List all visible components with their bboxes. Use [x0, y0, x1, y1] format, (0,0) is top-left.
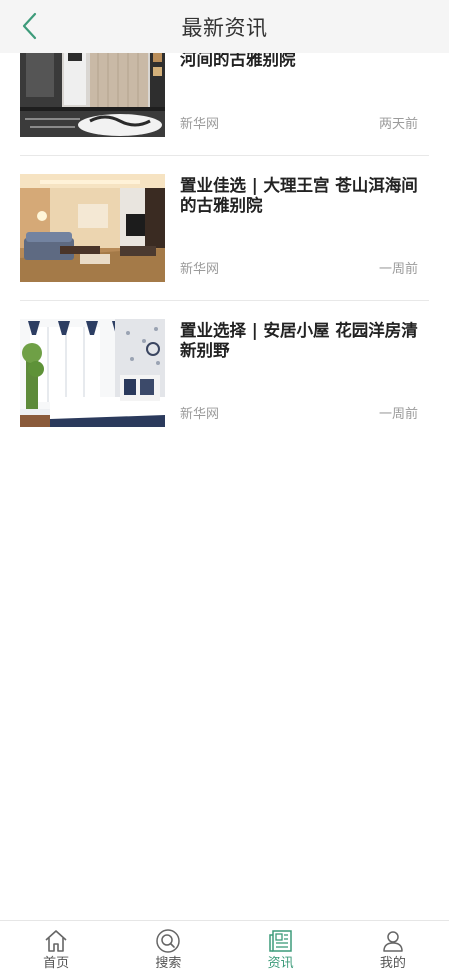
news-thumbnail	[20, 174, 165, 282]
search-icon	[154, 928, 182, 954]
news-time: 两天前	[378, 117, 418, 132]
news-source: 新华网	[180, 262, 220, 277]
news-source: 新华网	[180, 117, 220, 132]
news-time: 一周前	[378, 407, 418, 422]
tab-label: 资讯	[267, 956, 294, 969]
tab-label: 首页	[43, 956, 70, 969]
news-source: 新华网	[180, 407, 220, 422]
news-item[interactable]: 置业选择 | 安居小屋 花园洋房清新别野 新华网 一周前	[20, 301, 429, 446]
tab-label: 我的	[379, 956, 406, 969]
news-page: 最新资讯 河间的古雅别院 新华网 两天前 置业佳选 | 大理王宫 苍山洱海间的古…	[0, 0, 449, 969]
back-button[interactable]	[10, 6, 50, 46]
tab-label: 搜索	[155, 956, 182, 969]
chevron-left-icon	[22, 12, 37, 40]
user-icon	[379, 928, 407, 954]
tab-home[interactable]: 首页	[0, 921, 112, 969]
tab-search[interactable]: 搜索	[112, 921, 224, 969]
tab-news[interactable]: 资讯	[225, 921, 337, 969]
tab-mine[interactable]: 我的	[337, 921, 449, 969]
news-time: 一周前	[378, 262, 418, 277]
news-thumbnail	[20, 319, 165, 427]
page-title: 最新资讯	[181, 15, 268, 40]
bottom-tab-bar: 首页 搜索 资讯 我的	[0, 920, 449, 969]
bedroom-photo	[20, 319, 165, 427]
news-icon	[267, 928, 295, 954]
news-title: 河间的古雅别院	[180, 50, 296, 69]
home-icon	[42, 928, 70, 954]
news-title: 置业佳选 | 大理王宫 苍山洱海间的古雅别院	[180, 176, 418, 215]
news-title: 置业选择 | 安居小屋 花园洋房清新别野	[180, 321, 418, 360]
news-item[interactable]: 置业佳选 | 大理王宫 苍山洱海间的古雅别院 新华网 一周前	[20, 156, 429, 301]
top-header: 最新资讯	[0, 0, 449, 53]
living-room-photo	[20, 174, 165, 282]
